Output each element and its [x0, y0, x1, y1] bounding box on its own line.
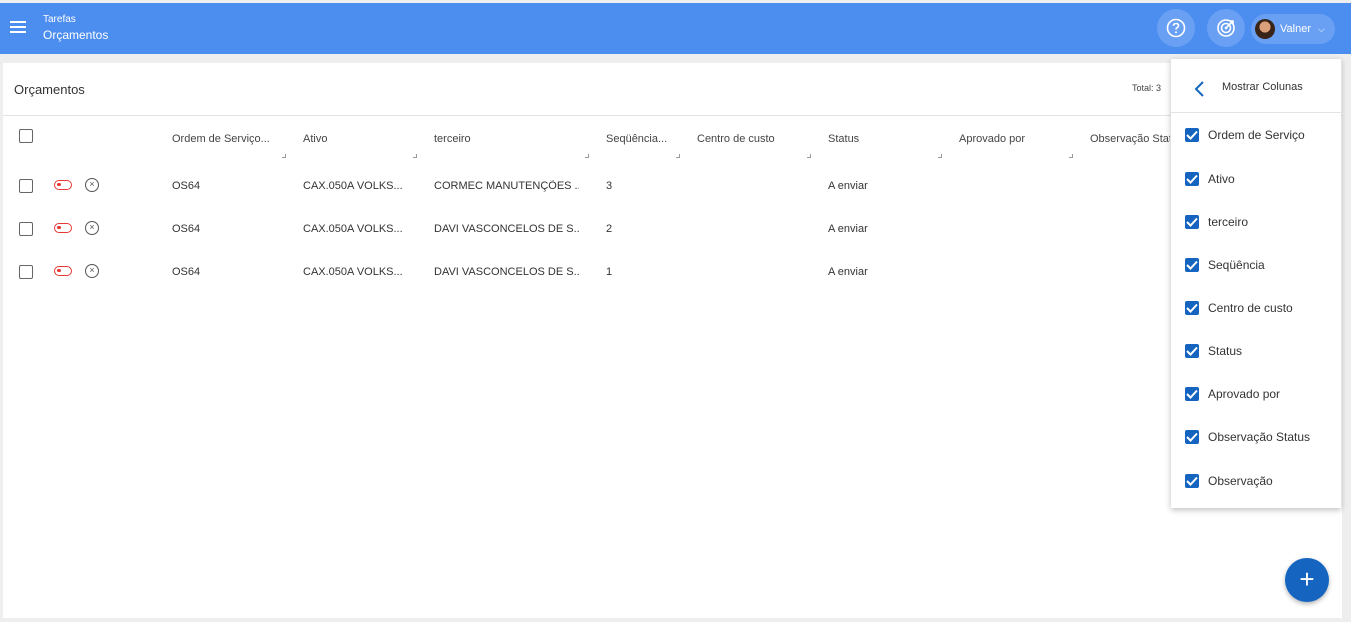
column-header-ativo[interactable]: Ativo — [303, 133, 403, 145]
checkbox-checked-icon[interactable] — [1185, 258, 1199, 272]
cell-ativo: CAX.050A VOLKS... — [303, 223, 403, 235]
help-circle-icon — [1166, 18, 1186, 38]
column-option-aprovado-por[interactable]: Aprovado por — [1185, 385, 1280, 403]
column-option-label: Ordem de Serviço — [1208, 128, 1305, 142]
column-option-label: Observação — [1208, 474, 1273, 488]
column-resize-handle[interactable] — [413, 154, 417, 158]
cell-ordem-servico: OS64 — [172, 266, 201, 278]
divider — [1171, 112, 1341, 113]
checkbox-checked-icon[interactable] — [1185, 474, 1199, 488]
column-header-sequencia[interactable]: Seqüência... — [606, 133, 671, 145]
column-header-ordem-servico[interactable]: Ordem de Serviço... — [172, 133, 272, 145]
checkbox-checked-icon[interactable] — [1185, 301, 1199, 315]
cell-ativo: CAX.050A VOLKS... — [303, 266, 403, 278]
column-header-status[interactable]: Status — [828, 133, 928, 145]
remove-circle-icon[interactable]: × — [85, 178, 99, 192]
target-icon — [1217, 19, 1235, 37]
cell-sequencia: 3 — [606, 180, 613, 192]
column-option-terceiro[interactable]: terceiro — [1185, 213, 1248, 231]
column-option-sequencia[interactable]: Seqüência — [1185, 256, 1265, 274]
panel-title: Orçamentos — [14, 82, 85, 97]
column-option-label: Status — [1208, 344, 1243, 358]
menu-title: Mostrar Colunas — [1222, 81, 1303, 93]
cell-ordem-servico: OS64 — [172, 180, 201, 192]
avatar — [1255, 19, 1275, 39]
cell-ativo: CAX.050A VOLKS... — [303, 180, 403, 192]
cell-status: A enviar — [828, 223, 868, 235]
checkbox-checked-icon[interactable] — [1185, 128, 1199, 142]
hamburger-menu-icon[interactable] — [10, 21, 26, 35]
show-columns-menu: Mostrar Colunas Ordem de Serviço Ativo t… — [1171, 59, 1341, 508]
checkbox-checked-icon[interactable] — [1185, 387, 1199, 401]
column-header-centro-custo[interactable]: Centro de custo — [697, 133, 807, 145]
column-resize-handle[interactable] — [282, 154, 286, 158]
column-resize-handle[interactable] — [676, 154, 680, 158]
cell-ordem-servico: OS64 — [172, 223, 201, 235]
cell-terceiro: DAVI VASCONCELOS DE S... — [434, 223, 579, 235]
divider — [3, 115, 1342, 116]
user-menu[interactable]: Valner ⌵ — [1251, 14, 1335, 44]
checkbox-checked-icon[interactable] — [1185, 344, 1199, 358]
column-resize-handle[interactable] — [807, 154, 811, 158]
row-checkbox[interactable] — [19, 222, 33, 236]
table-row[interactable]: × OS64 CAX.050A VOLKS... DAVI VASCONCELO… — [3, 221, 1173, 252]
checkbox-checked-icon[interactable] — [1185, 215, 1199, 229]
column-option-label: Ativo — [1208, 172, 1235, 186]
column-resize-handle[interactable] — [938, 154, 942, 158]
checkbox-checked-icon[interactable] — [1185, 430, 1199, 444]
checkbox-checked-icon[interactable] — [1185, 172, 1199, 186]
row-checkbox[interactable] — [19, 265, 33, 279]
cell-status: A enviar — [828, 266, 868, 278]
column-option-label: Centro de custo — [1208, 301, 1293, 315]
toggle-icon[interactable] — [54, 266, 72, 276]
breadcrumb[interactable]: Tarefas — [43, 14, 76, 26]
column-resize-handle[interactable] — [1069, 154, 1073, 158]
user-name: Valner — [1280, 23, 1311, 35]
chevron-down-icon: ⌵ — [1317, 23, 1325, 34]
column-option-ordem-servico[interactable]: Ordem de Serviço — [1185, 126, 1305, 144]
budgets-panel: Orçamentos Total: 3 Ordem de Serviço... … — [3, 63, 1342, 618]
add-button[interactable]: + — [1285, 558, 1329, 602]
row-checkbox[interactable] — [19, 179, 33, 193]
total-count: Total: 3 — [1132, 83, 1162, 93]
column-option-ativo[interactable]: Ativo — [1185, 170, 1235, 188]
cell-terceiro: CORMEC MANUTENÇÕES ... — [434, 180, 579, 192]
help-button[interactable] — [1157, 9, 1195, 47]
top-bar: Tarefas Orçamentos Valner ⌵ — [0, 3, 1351, 54]
page-header-title: Orçamentos — [43, 28, 109, 42]
column-option-centro-custo[interactable]: Centro de custo — [1185, 299, 1293, 317]
table-row[interactable]: × OS64 CAX.050A VOLKS... DAVI VASCONCELO… — [3, 264, 1173, 295]
column-resize-handle[interactable] — [585, 154, 589, 158]
remove-circle-icon[interactable]: × — [85, 221, 99, 235]
column-option-label: Observação Status — [1208, 430, 1311, 444]
column-header-observacao-status[interactable]: Observação Stat — [1090, 133, 1170, 145]
column-header-aprovado-por[interactable]: Aprovado por — [959, 133, 1059, 145]
column-option-status[interactable]: Status — [1185, 342, 1242, 360]
column-option-observacao-status[interactable]: Observação Status — [1185, 428, 1310, 446]
column-option-label: Seqüência — [1208, 258, 1265, 272]
column-option-observacao[interactable]: Observação — [1185, 472, 1273, 490]
toggle-icon[interactable] — [54, 223, 72, 233]
chevron-left-icon[interactable] — [1192, 79, 1206, 99]
column-option-label: Aprovado por — [1208, 387, 1281, 401]
column-header-terceiro[interactable]: terceiro — [434, 133, 574, 145]
select-all-checkbox[interactable] — [19, 129, 33, 143]
column-option-label: terceiro — [1208, 215, 1249, 229]
table-row[interactable]: × OS64 CAX.050A VOLKS... CORMEC MANUTENÇ… — [3, 178, 1173, 209]
cell-sequencia: 1 — [606, 266, 613, 278]
target-button[interactable] — [1207, 9, 1245, 47]
toggle-icon[interactable] — [54, 180, 72, 190]
cell-sequencia: 2 — [606, 223, 613, 235]
cell-status: A enviar — [828, 180, 868, 192]
remove-circle-icon[interactable]: × — [85, 264, 99, 278]
cell-terceiro: DAVI VASCONCELOS DE S... — [434, 266, 579, 278]
